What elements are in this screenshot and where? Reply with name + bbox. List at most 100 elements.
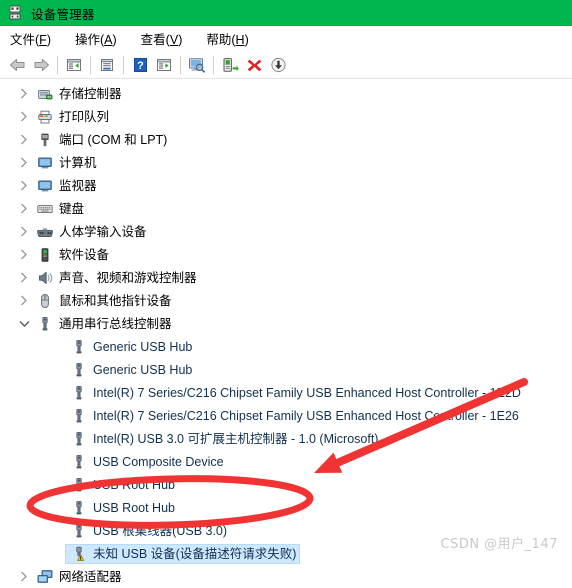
- usb-icon: [42, 316, 48, 330]
- toolbar-separator-5: [213, 55, 214, 74]
- toolbar-separator-2: [90, 55, 91, 74]
- device-tree[interactable]: 存储控制器 打印队列 端口 (COM 和 LPT) 计算机 监视器 键盘 人体学…: [0, 79, 572, 588]
- question-mark-icon: ?: [133, 57, 147, 72]
- hid-icon: [37, 227, 53, 237]
- title-bar: 设备管理器: [0, 0, 572, 26]
- tree-node-usb-composite-device[interactable]: USB Composite Device: [0, 450, 572, 473]
- help-button[interactable]: ?: [128, 54, 152, 76]
- action-pane-button[interactable]: [152, 54, 176, 76]
- menu-item-view[interactable]: 查看(V): [139, 28, 185, 49]
- tree-node-label: USB Root Hub: [93, 477, 175, 492]
- tree-node-storage-controllers[interactable]: 存储控制器: [0, 82, 572, 105]
- back-button[interactable]: [5, 54, 29, 76]
- chevron-right-icon[interactable]: [16, 247, 32, 263]
- tree-node-computer[interactable]: 计算机: [0, 151, 572, 174]
- chevron-right-icon[interactable]: [16, 86, 32, 102]
- arrow-right-icon: [34, 58, 49, 71]
- chevron-right-icon[interactable]: [16, 178, 32, 194]
- download-button[interactable]: [266, 54, 290, 76]
- chevron-right-icon[interactable]: [16, 201, 32, 217]
- chevron-right-icon[interactable]: [16, 569, 32, 585]
- chevron-right-icon[interactable]: [16, 109, 32, 125]
- toolbar-separator-4: [180, 55, 181, 74]
- tree-node-label: Intel(R) 7 Series/C216 Chipset Family US…: [93, 385, 521, 400]
- tree-node-usb-root-hub-2[interactable]: USB Root Hub: [0, 496, 572, 519]
- forward-button[interactable]: [29, 54, 53, 76]
- tree-node-monitors[interactable]: 监视器: [0, 174, 572, 197]
- software-device-icon: [41, 247, 49, 262]
- tree-node-label: USB Composite Device: [93, 454, 224, 469]
- port-icon: [41, 133, 49, 146]
- speaker-icon: [39, 271, 53, 284]
- tree-node-intel-usb3-xhci[interactable]: Intel(R) USB 3.0 可扩展主机控制器 - 1.0 (Microso…: [0, 427, 572, 450]
- scan-hardware-button[interactable]: [185, 54, 209, 76]
- tree-node-label: 未知 USB 设备(设备描述符请求失败): [93, 546, 297, 561]
- tree-node-label: 网络适配器: [59, 569, 122, 584]
- usb-device-icon: [76, 362, 82, 376]
- arrow-left-icon: [9, 58, 24, 71]
- show-hide-tree-button[interactable]: [62, 54, 86, 76]
- tree-node-label: 端口 (COM 和 LPT): [59, 132, 168, 147]
- usb-device-icon: [76, 408, 82, 422]
- usb-device-icon: [76, 477, 82, 491]
- chevron-right-icon[interactable]: [16, 132, 32, 148]
- tree-node-label: 监视器: [59, 178, 97, 193]
- tree-node-usb-controllers[interactable]: 通用串行总线控制器: [0, 312, 572, 335]
- tree-node-label: USB Root Hub: [93, 500, 175, 515]
- tree-node-label: 软件设备: [59, 247, 110, 262]
- tree-node-generic-usb-hub-1[interactable]: Generic USB Hub: [0, 335, 572, 358]
- tree-panel-icon: [67, 58, 81, 71]
- csdn-watermark: CSDN @用户_147: [440, 537, 558, 552]
- properties-button[interactable]: [95, 54, 119, 76]
- chevron-right-icon[interactable]: [16, 270, 32, 286]
- download-arrow-icon: [270, 57, 286, 72]
- tree-node-label: 计算机: [59, 155, 97, 170]
- mouse-icon: [41, 293, 49, 308]
- tree-node-label: Intel(R) USB 3.0 可扩展主机控制器 - 1.0 (Microso…: [93, 431, 379, 446]
- chevron-right-icon[interactable]: [16, 155, 32, 171]
- tree-node-label: Intel(R) 7 Series/C216 Chipset Family US…: [93, 408, 519, 423]
- tree-node-print-queues[interactable]: 打印队列: [0, 105, 572, 128]
- chevron-down-icon[interactable]: [16, 316, 32, 332]
- tree-node-label: 通用串行总线控制器: [59, 316, 172, 331]
- tree-node-mice-and-pointing-devices[interactable]: 鼠标和其他指针设备: [0, 289, 572, 312]
- tree-node-intel-ehci-1e26[interactable]: Intel(R) 7 Series/C216 Chipset Family US…: [0, 404, 572, 427]
- usb-device-icon: [76, 339, 82, 353]
- tree-node-usb-root-hub-1[interactable]: USB Root Hub: [0, 473, 572, 496]
- usb-device-icon: [76, 431, 82, 445]
- usb-device-icon: [76, 500, 82, 514]
- device-manager-icon: [9, 5, 21, 20]
- usb-device-icon: [76, 385, 82, 399]
- tree-node-label: Generic USB Hub: [93, 339, 193, 354]
- menu-item-action[interactable]: 操作(A): [73, 28, 119, 49]
- selected-row-highlight: 未知 USB 设备(设备描述符请求失败): [64, 543, 301, 564]
- tree-node-keyboards[interactable]: 键盘: [0, 197, 572, 220]
- tree-node-sound-video-game-controllers[interactable]: 声音、视频和游戏控制器: [0, 266, 572, 289]
- printer-icon: [38, 110, 52, 123]
- scan-monitor-icon: [189, 57, 206, 73]
- keyboard-icon: [37, 204, 53, 213]
- toolbar-separator-3: [123, 55, 124, 74]
- action-pane-icon: [157, 58, 171, 71]
- tree-node-human-interface-devices[interactable]: 人体学输入设备: [0, 220, 572, 243]
- tree-node-network-adapters[interactable]: 网络适配器: [0, 565, 572, 588]
- menu-item-file[interactable]: 文件(F): [8, 28, 53, 49]
- computer-icon: [38, 157, 52, 168]
- chevron-right-icon[interactable]: [16, 293, 32, 309]
- usb-device-icon: [76, 523, 82, 537]
- tree-node-intel-ehci-1e2d[interactable]: Intel(R) 7 Series/C216 Chipset Family US…: [0, 381, 572, 404]
- toolbar-separator-1: [57, 55, 58, 74]
- storage-controller-icon: [38, 89, 53, 99]
- tree-node-ports-com-lpt[interactable]: 端口 (COM 和 LPT): [0, 128, 572, 151]
- tree-node-generic-usb-hub-2[interactable]: Generic USB Hub: [0, 358, 572, 381]
- menu-item-help[interactable]: 帮助(H): [204, 28, 250, 49]
- tree-node-software-devices[interactable]: 软件设备: [0, 243, 572, 266]
- tree-node-label: 声音、视频和游戏控制器: [59, 270, 197, 285]
- uninstall-button[interactable]: [242, 54, 266, 76]
- properties-icon: [101, 58, 113, 71]
- tree-node-label: 打印队列: [59, 109, 110, 124]
- menu-bar: 文件(F) 操作(A) 查看(V) 帮助(H): [0, 26, 572, 51]
- warning-icon: [76, 546, 84, 561]
- update-driver-button[interactable]: [218, 54, 242, 76]
- chevron-right-icon[interactable]: [16, 224, 32, 240]
